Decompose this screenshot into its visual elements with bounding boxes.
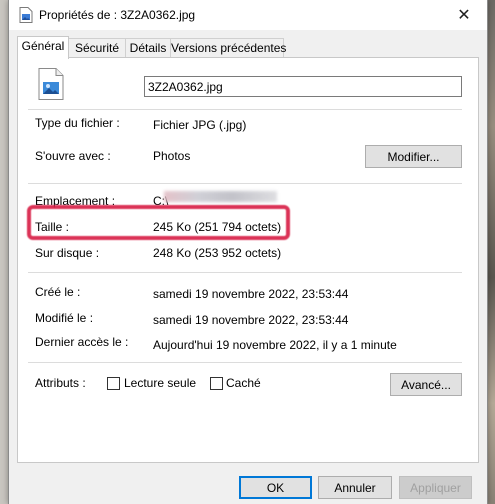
advanced-button[interactable]: Avancé... (390, 373, 462, 396)
attributes-label: Attributs : (35, 376, 86, 390)
separator (28, 183, 462, 184)
file-name-input[interactable] (144, 76, 462, 97)
close-icon: ✕ (457, 7, 471, 24)
hidden-label: Caché (226, 376, 261, 390)
type-label: Type du fichier : (35, 116, 120, 130)
window-title: Propriétés de : 3Z2A0362.jpg (39, 8, 196, 22)
readonly-checkbox[interactable] (107, 377, 120, 390)
modify-button[interactable]: Modifier... (365, 145, 462, 168)
ok-button[interactable]: OK (239, 476, 312, 499)
created-value: samedi 19 novembre 2022, 23:53:44 (153, 287, 349, 301)
general-panel: Type du fichier : Fichier JPG (.jpg) S'o… (17, 57, 479, 463)
modified-label: Modifié le : (35, 311, 94, 325)
disk-size-label: Sur disque : (35, 246, 100, 260)
file-icon (19, 7, 33, 23)
close-button[interactable]: ✕ (447, 2, 481, 28)
hidden-checkbox[interactable] (210, 377, 223, 390)
accessed-label: Dernier accès le : (35, 335, 129, 349)
cancel-button[interactable]: Annuler (318, 476, 392, 499)
disk-size-value: 248 Ko (253 952 octets) (153, 246, 282, 260)
modified-value: samedi 19 novembre 2022, 23:53:44 (153, 313, 349, 327)
properties-dialog: Propriétés de : 3Z2A0362.jpg ✕ Général S… (8, 0, 488, 504)
title-bar: Propriétés de : 3Z2A0362.jpg ✕ (9, 0, 487, 30)
type-value: Fichier JPG (.jpg) (153, 118, 247, 132)
tab-details[interactable]: Détails (125, 38, 171, 58)
opens-with-value: Photos (153, 149, 191, 163)
apply-button[interactable]: Appliquer (399, 476, 472, 499)
tab-security[interactable]: Sécurité (68, 38, 126, 58)
readonly-label: Lecture seule (124, 376, 197, 390)
created-label: Créé le : (35, 285, 81, 299)
opens-with-label: S'ouvre avec : (35, 149, 111, 163)
tab-general[interactable]: Général (17, 36, 69, 59)
redacted-path (164, 191, 277, 202)
separator (28, 109, 462, 110)
accessed-value: Aujourd'hui 19 novembre 2022, il y a 1 m… (153, 338, 397, 352)
separator (28, 362, 462, 363)
tab-previous-versions[interactable]: Versions précédentes (170, 38, 286, 58)
jpg-file-icon (38, 68, 64, 100)
size-highlight-annotation (27, 205, 290, 240)
separator (28, 272, 462, 273)
dialog-footer: OK Annuler Appliquer (9, 470, 487, 504)
